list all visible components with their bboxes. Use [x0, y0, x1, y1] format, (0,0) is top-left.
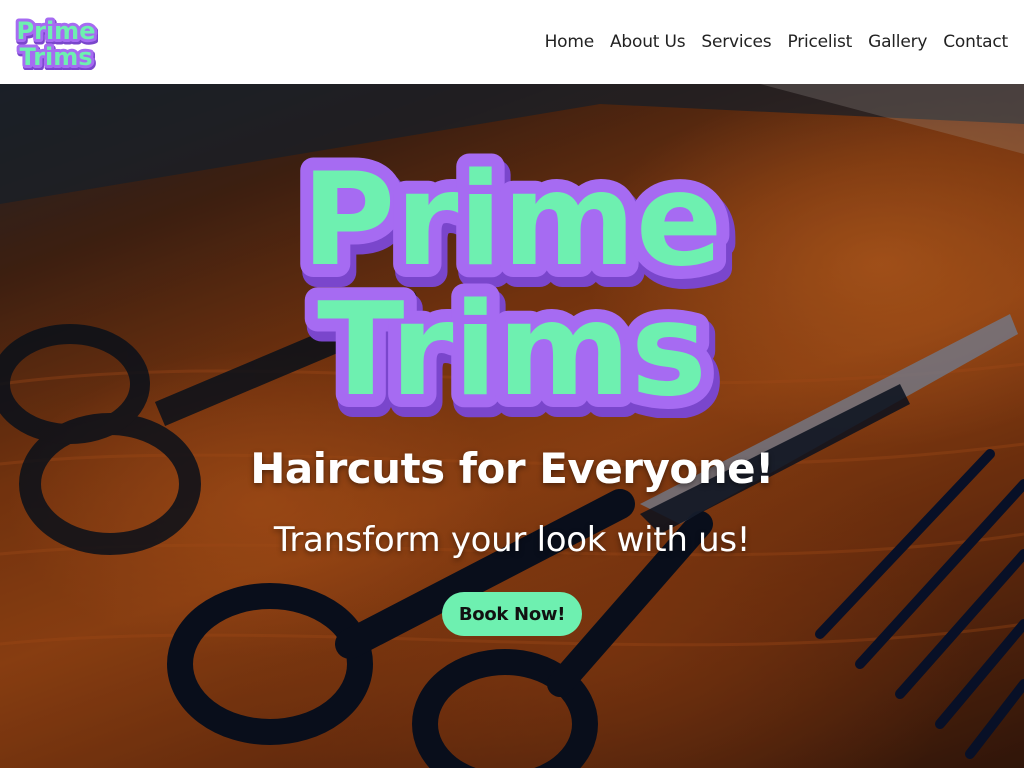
top-navbar: Prime Prime Trims Trims Home About Us Se… [0, 0, 1024, 84]
svg-text:Trims: Trims [317, 276, 707, 418]
nav-home-link[interactable]: Home [545, 32, 595, 52]
svg-text:Prime: Prime [17, 17, 96, 45]
svg-text:Prime: Prime [302, 146, 723, 295]
hero-section: Prime Prime Trims Trims Haircuts for Eve… [0, 84, 1024, 768]
nav-logo[interactable]: Prime Prime Trims Trims [14, 14, 98, 70]
main-nav: Home About Us Services Pricelist Gallery… [545, 0, 1009, 84]
book-now-button[interactable]: Book Now! [442, 592, 582, 636]
hero-subtitle: Transform your look with us! [273, 520, 751, 560]
nav-pricelist-link[interactable]: Pricelist [787, 32, 852, 52]
hero-title: Haircuts for Everyone! [250, 444, 774, 493]
nav-about-link[interactable]: About Us [610, 32, 686, 52]
svg-text:Trims: Trims [19, 43, 92, 70]
nav-gallery-link[interactable]: Gallery [868, 32, 927, 52]
nav-contact-link[interactable]: Contact [943, 32, 1008, 52]
hero-logo: Prime Prime Trims Trims [289, 133, 737, 418]
nav-services-link[interactable]: Services [701, 32, 771, 52]
